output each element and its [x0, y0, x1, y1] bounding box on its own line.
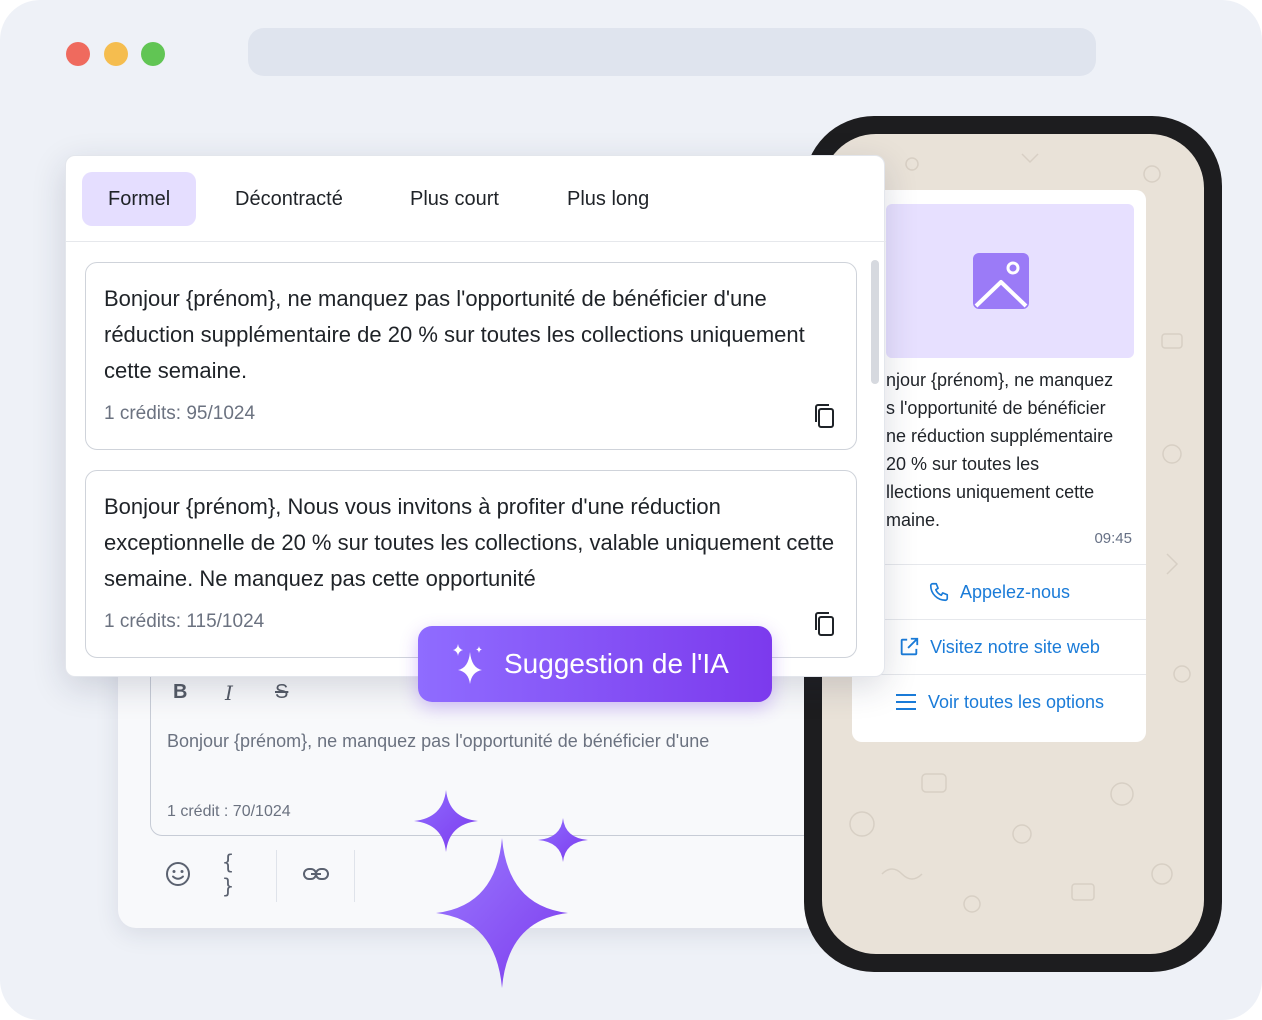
visit-website-button[interactable]: Visitez notre site web [852, 619, 1146, 674]
tab-decontracte[interactable]: Décontracté [209, 172, 369, 226]
maximize-window-button[interactable] [141, 42, 165, 66]
visit-website-label: Visitez notre site web [930, 636, 1100, 657]
call-us-label: Appelez-nous [959, 581, 1071, 602]
tab-formel[interactable]: Formel [82, 172, 197, 226]
scrollbar-thumb[interactable] [871, 260, 879, 384]
variables-button[interactable]: { } [222, 850, 254, 898]
suggestion-text: Bonjour {prénom}, Nous vous invitons à p… [104, 494, 835, 591]
copy-icon[interactable] [812, 611, 836, 637]
copy-icon[interactable] [812, 403, 836, 429]
external-link-icon [900, 637, 919, 656]
address-bar[interactable] [248, 28, 1096, 76]
ai-suggestions-panel: Formel Décontracté Plus court Plus long … [65, 155, 886, 677]
editor-text[interactable]: Bonjour {prénom}, ne manquez pas l'oppor… [167, 731, 847, 752]
suggestion-text: Bonjour {prénom}, ne manquez pas l'oppor… [104, 286, 805, 383]
minimize-window-button[interactable] [104, 42, 128, 66]
tab-plus-court[interactable]: Plus court [384, 172, 525, 226]
suggestion-credit-counter: 1 crédits: 115/1024 [104, 611, 265, 632]
ai-suggestion-button[interactable]: Suggestion de l'IA [418, 626, 772, 702]
see-all-options-button[interactable]: Voir toutes les options [852, 674, 1146, 729]
tone-tabs: Formel Décontracté Plus court Plus long [66, 156, 886, 242]
tab-plus-long[interactable]: Plus long [541, 172, 675, 226]
see-all-options-label: Voir toutes les options [927, 691, 1105, 712]
bold-button[interactable]: B [173, 681, 187, 704]
close-window-button[interactable] [66, 42, 90, 66]
media-placeholder [886, 204, 1134, 358]
strikethrough-button[interactable]: S [275, 681, 288, 704]
message-time: 09:45 [1094, 530, 1132, 547]
smiley-icon[interactable] [164, 858, 192, 890]
ai-suggestion-label: Suggestion de l'IA [504, 648, 729, 679]
list-icon [895, 694, 916, 710]
sparkle-icon [453, 644, 482, 684]
call-us-button[interactable]: Appelez-nous [852, 564, 1146, 619]
suggestion-credit-counter: 1 crédits: 95/1024 [104, 403, 256, 424]
italic-button[interactable]: I [225, 681, 233, 705]
browser-window: B I S Bonjour {prénom}, ne manquez pas l… [0, 0, 1262, 1020]
message-bubble: njour {prénom}, ne manquez s l'opportuni… [852, 190, 1146, 742]
phone-icon [929, 582, 949, 602]
toolbar-divider [276, 850, 277, 902]
editor-credit-counter: 1 crédit : 70/1024 [167, 803, 291, 820]
suggestion-card[interactable]: Bonjour {prénom}, ne manquez pas l'oppor… [85, 262, 857, 450]
toolbar-divider [354, 850, 355, 902]
message-text: njour {prénom}, ne manquez s l'opportuni… [886, 370, 1114, 530]
link-icon[interactable] [300, 858, 332, 890]
image-icon [973, 253, 1029, 309]
sparkle-icon [436, 838, 568, 988]
